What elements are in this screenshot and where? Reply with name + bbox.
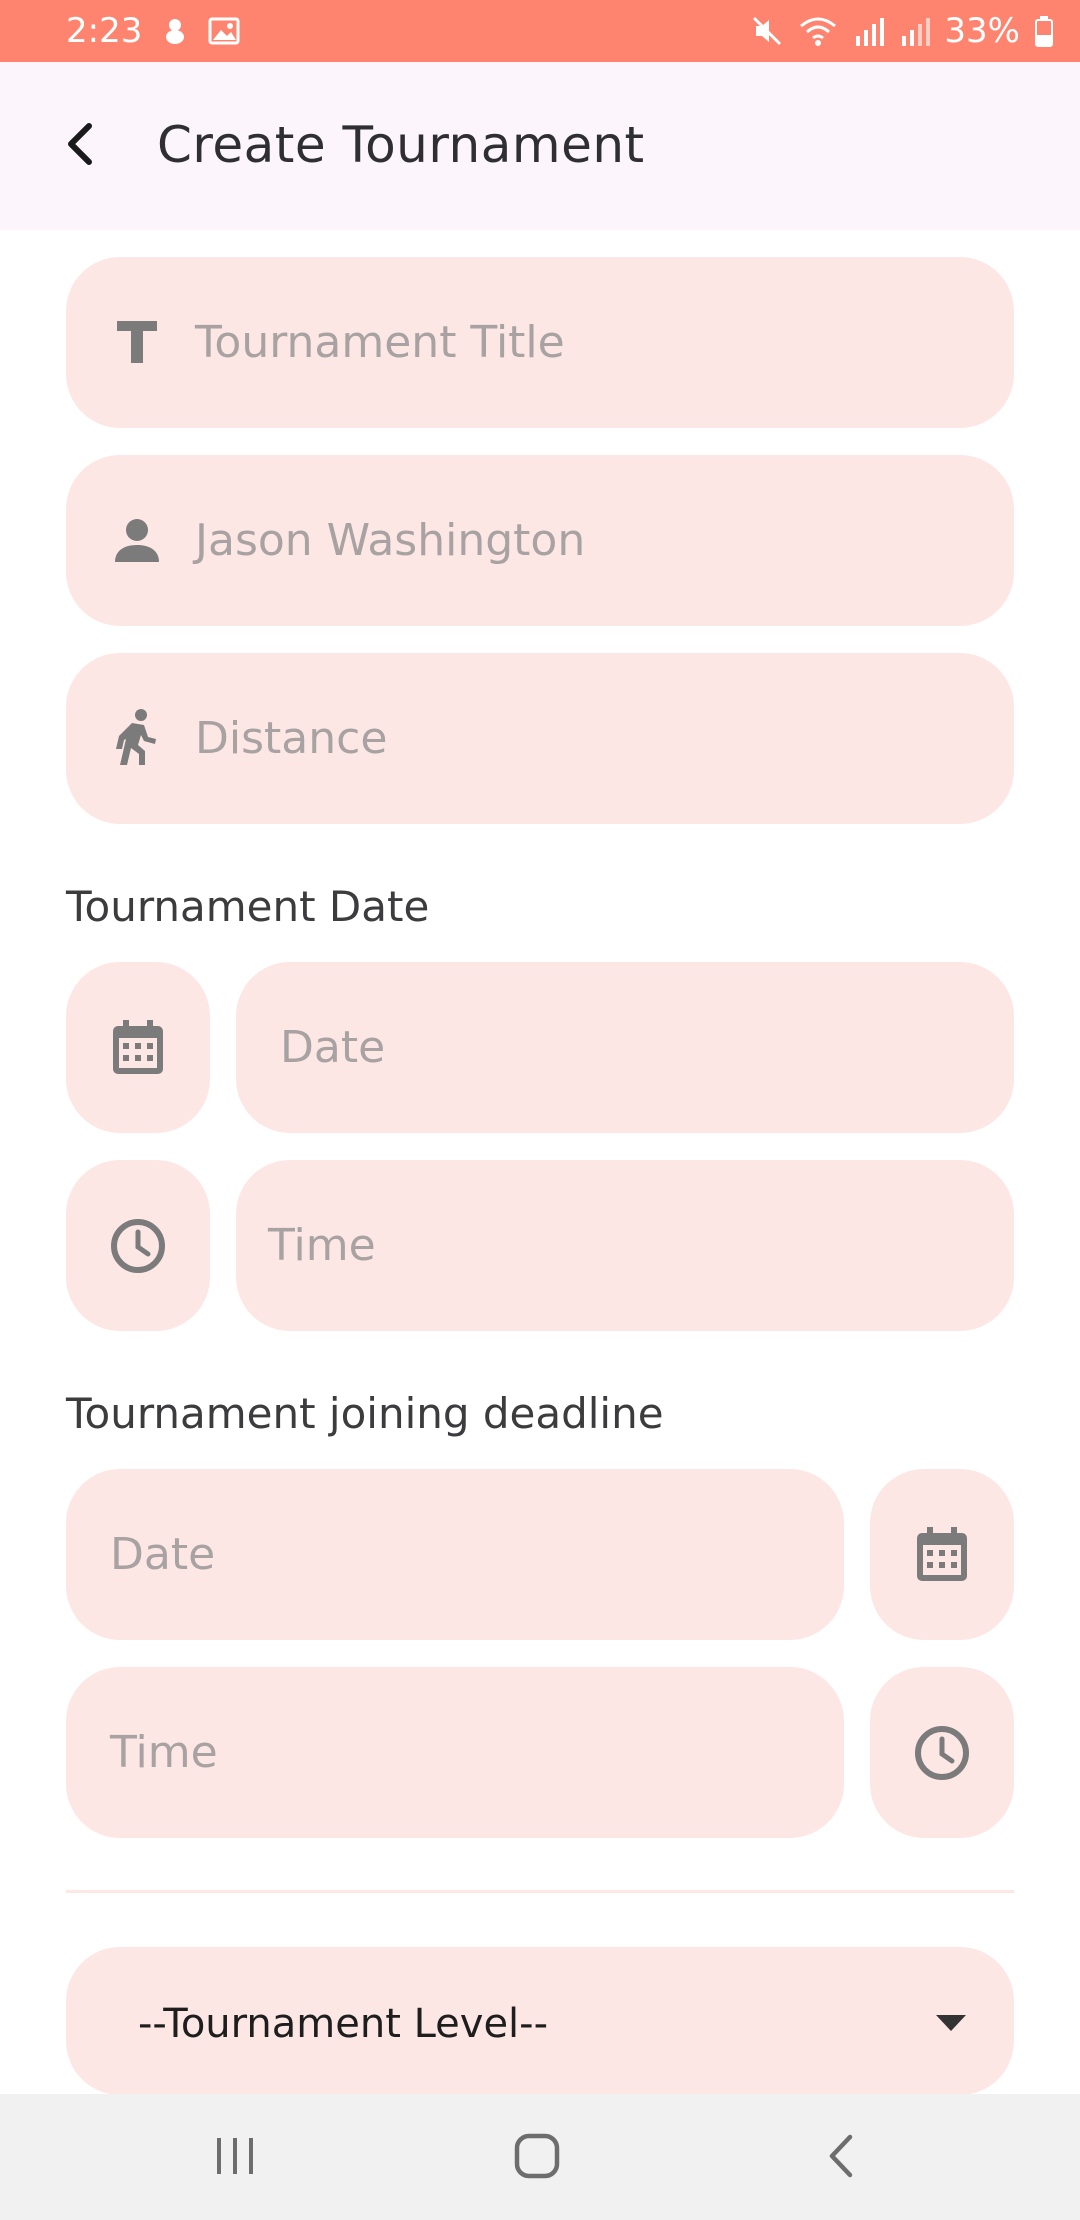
deadline-time-input[interactable]: Time	[66, 1667, 844, 1838]
deadline-date-picker-button[interactable]	[870, 1469, 1014, 1640]
tournament-time-input[interactable]: Time	[236, 1160, 1014, 1331]
back-icon	[826, 2133, 854, 2183]
calendar-icon	[914, 1527, 970, 1583]
battery-icon	[1034, 15, 1054, 47]
home-icon	[514, 2133, 560, 2183]
recent-apps-button[interactable]	[205, 2128, 265, 2188]
deadline-date-input[interactable]: Date	[66, 1469, 844, 1640]
caret-down-icon	[936, 2015, 966, 2035]
deadline-time-placeholder: Time	[110, 1727, 218, 1778]
status-bar: 2:23 33%	[0, 0, 1080, 62]
system-nav-bar	[0, 2094, 1080, 2220]
tournament-date-input[interactable]: Date	[236, 962, 1014, 1133]
divider	[66, 1890, 1014, 1893]
distance-field[interactable]: Distance	[66, 653, 1014, 824]
form-content: Tournament Title Jason Washington Distan…	[0, 230, 1080, 2094]
notification-icon	[160, 16, 190, 46]
tournament-level-selected: --Tournament Level--	[138, 2001, 549, 2047]
status-time: 2:23	[66, 11, 143, 51]
person-icon	[112, 515, 162, 565]
tournament-title-placeholder: Tournament Title	[195, 317, 565, 368]
organizer-placeholder: Jason Washington	[195, 515, 586, 566]
running-icon	[112, 709, 162, 767]
battery-level: 33%	[944, 11, 1020, 51]
chevron-left-icon	[65, 122, 95, 170]
system-back-button[interactable]	[810, 2128, 870, 2188]
signal-icon-2	[900, 14, 931, 48]
deadline-time-picker-button[interactable]	[870, 1667, 1014, 1838]
status-left: 2:23	[66, 11, 240, 51]
distance-placeholder: Distance	[195, 713, 388, 764]
calendar-icon	[110, 1020, 166, 1076]
back-button[interactable]	[58, 122, 102, 170]
clock-icon	[914, 1725, 970, 1781]
tournament-time-picker-button[interactable]	[66, 1160, 210, 1331]
tournament-date-label: Tournament Date	[66, 882, 430, 931]
status-right: 33%	[750, 11, 1054, 51]
deadline-date-placeholder: Date	[110, 1529, 216, 1580]
tournament-date-picker-button[interactable]	[66, 962, 210, 1133]
page-title: Create Tournament	[157, 116, 645, 174]
tournament-title-field[interactable]: Tournament Title	[66, 257, 1014, 428]
image-icon	[208, 16, 240, 46]
tournament-date-placeholder: Date	[280, 1022, 386, 1073]
home-button[interactable]	[507, 2128, 567, 2188]
clock-icon	[110, 1218, 166, 1274]
signal-icon	[852, 14, 886, 48]
text-title-icon	[112, 317, 162, 367]
tournament-time-placeholder: Time	[268, 1220, 376, 1271]
mute-icon	[750, 14, 784, 48]
wifi-icon	[798, 14, 838, 48]
recent-apps-icon	[213, 2136, 257, 2180]
joining-deadline-label: Tournament joining deadline	[66, 1389, 664, 1438]
app-bar: Create Tournament	[0, 62, 1080, 230]
tournament-level-dropdown[interactable]: --Tournament Level--	[66, 1947, 1014, 2094]
organizer-field[interactable]: Jason Washington	[66, 455, 1014, 626]
